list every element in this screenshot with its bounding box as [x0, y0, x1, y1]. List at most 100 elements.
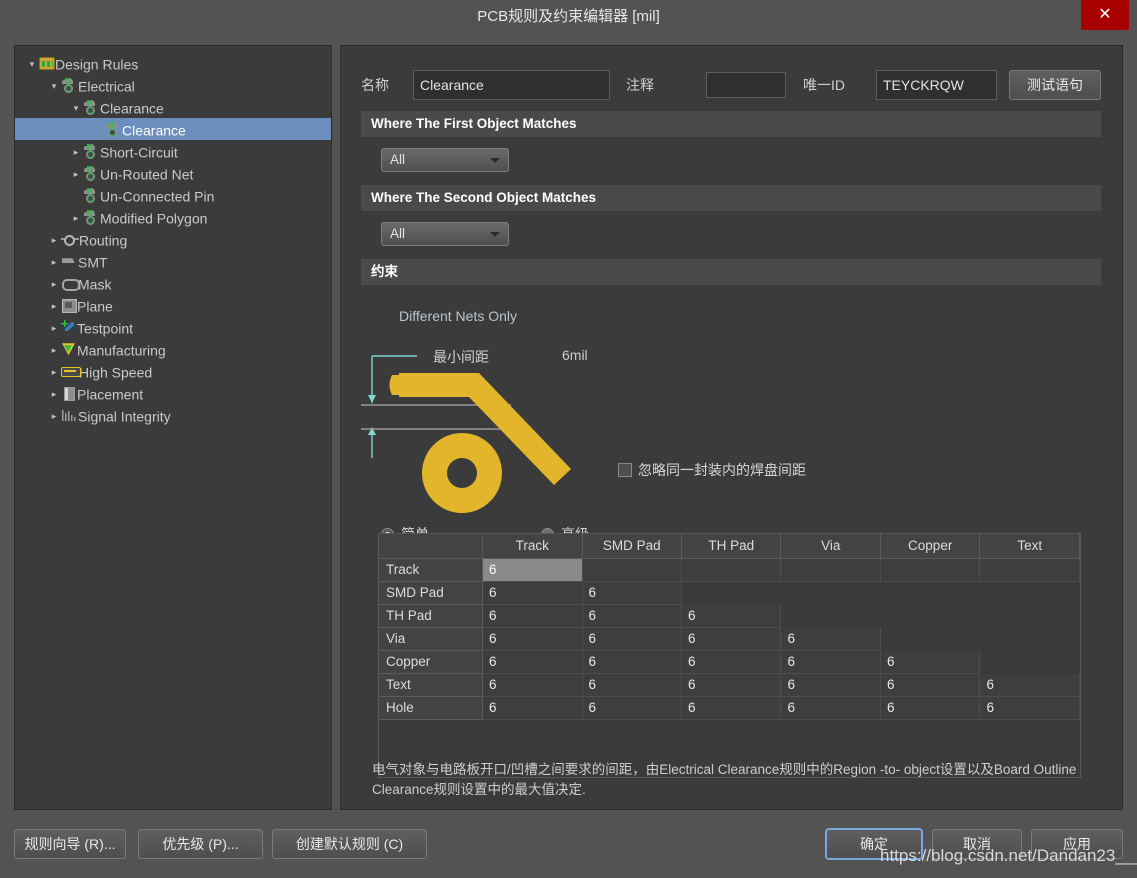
expand-arrow-right-icon[interactable]: ▸ — [47, 317, 61, 339]
matrix-cell[interactable]: 6 — [979, 673, 1080, 697]
matrix-row-header[interactable]: TH Pad — [379, 604, 484, 628]
second-object-scope-dropdown[interactable]: All — [381, 222, 509, 246]
matrix-cell[interactable] — [979, 650, 1080, 674]
matrix-column-header[interactable]: Copper — [880, 534, 981, 559]
matrix-cell[interactable] — [681, 581, 782, 605]
expand-arrow-right-icon[interactable]: ▸ — [69, 141, 83, 163]
matrix-cell[interactable]: 6 — [482, 581, 583, 605]
matrix-cell[interactable]: 6 — [482, 650, 583, 674]
matrix-cell[interactable] — [780, 604, 881, 628]
tree-item-electrical[interactable]: ▾ Electrical — [15, 74, 331, 96]
rule-comment-input[interactable] — [706, 72, 786, 98]
matrix-cell[interactable] — [979, 604, 1080, 628]
matrix-row-header[interactable]: Hole — [379, 696, 484, 720]
expand-arrow-right-icon[interactable]: ▸ — [47, 251, 61, 273]
expand-arrow-down-icon[interactable]: ▾ — [25, 53, 39, 75]
matrix-cell[interactable]: 6 — [880, 673, 981, 697]
matrix-column-header[interactable]: Track — [482, 534, 583, 559]
priorities-button[interactable]: 优先级 (P)... — [138, 829, 263, 859]
matrix-cell[interactable]: 6 — [582, 581, 682, 605]
matrix-cell[interactable] — [880, 558, 981, 582]
matrix-cell[interactable]: 6 — [780, 627, 881, 651]
matrix-cell[interactable]: 6 — [582, 673, 682, 697]
matrix-row-header[interactable]: Via — [379, 627, 484, 651]
tree-item-un-routed-net[interactable]: ▸ Un-Routed Net — [15, 162, 331, 184]
unique-id-input[interactable] — [876, 70, 997, 100]
rules-tree-panel[interactable]: ▾ Design Rules ▾ Electrical ▾ Clearance Cleara… — [14, 45, 332, 810]
matrix-cell[interactable]: 6 — [482, 558, 583, 582]
matrix-cell[interactable] — [780, 558, 881, 582]
tree-item-design-rules[interactable]: ▾ Design Rules — [15, 52, 331, 74]
expand-arrow-right-icon[interactable]: ▸ — [47, 383, 61, 405]
expand-arrow-right-icon[interactable]: ▸ — [69, 207, 83, 229]
expand-arrow-down-icon[interactable]: ▾ — [47, 75, 61, 97]
matrix-cell[interactable]: 6 — [880, 650, 981, 674]
tree-item-short-circuit[interactable]: ▸ Short-Circuit — [15, 140, 331, 162]
expand-arrow-right-icon[interactable]: ▸ — [47, 229, 61, 251]
matrix-cell[interactable]: 6 — [582, 627, 682, 651]
apply-button[interactable]: 应用 — [1031, 829, 1123, 859]
matrix-cell[interactable] — [780, 581, 881, 605]
matrix-cell[interactable]: 6 — [582, 604, 682, 628]
expand-arrow-down-icon[interactable]: ▾ — [69, 97, 83, 119]
close-icon[interactable]: ✕ — [1081, 0, 1129, 30]
tree-item-manufacturing[interactable]: ▸ Manufacturing — [15, 338, 331, 360]
clearance-matrix-table[interactable]: Track SMD Pad TH Pad Via Copper Text Track 6 SMD… — [379, 534, 1080, 720]
matrix-cell[interactable]: 6 — [681, 696, 782, 720]
tree-item-high-speed[interactable]: ▸ High Speed — [15, 360, 331, 382]
matrix-cell[interactable]: 6 — [482, 627, 583, 651]
matrix-cell[interactable] — [582, 558, 682, 582]
expand-arrow-right-icon[interactable]: ▸ — [47, 361, 61, 383]
matrix-cell[interactable]: 6 — [681, 627, 782, 651]
matrix-column-header[interactable]: Text — [979, 534, 1080, 559]
matrix-cell[interactable]: 6 — [979, 696, 1080, 720]
tree-item-modified-polygon[interactable]: ▸ Modified Polygon — [15, 206, 331, 228]
tree-item-clearance[interactable]: Clearance — [15, 118, 331, 140]
tree-item-signal-integrity[interactable]: ▸ Signal Integrity — [15, 404, 331, 426]
matrix-cell[interactable] — [979, 558, 1080, 582]
tree-item-clearance[interactable]: ▾ Clearance — [15, 96, 331, 118]
matrix-cell[interactable]: 6 — [482, 673, 583, 697]
matrix-cell[interactable]: 6 — [780, 696, 881, 720]
tree-item-placement[interactable]: ▸ Placement — [15, 382, 331, 404]
matrix-row-header[interactable]: Text — [379, 673, 484, 697]
rules-tree[interactable]: ▾ Design Rules ▾ Electrical ▾ Clearance Cleara… — [15, 46, 331, 426]
matrix-cell[interactable] — [979, 627, 1080, 651]
matrix-cell[interactable]: 6 — [582, 650, 682, 674]
expand-arrow-right-icon[interactable]: ▸ — [47, 339, 61, 361]
expand-arrow-right-icon[interactable]: ▸ — [47, 405, 61, 427]
matrix-cell[interactable]: 6 — [780, 673, 881, 697]
clearance-matrix[interactable]: Track SMD Pad TH Pad Via Copper Text Track 6 SMD… — [378, 533, 1081, 778]
matrix-cell[interactable]: 6 — [482, 696, 583, 720]
cancel-button[interactable]: 取消 — [932, 829, 1022, 859]
matrix-row-header[interactable]: Copper — [379, 650, 484, 674]
rule-name-input[interactable] — [413, 70, 610, 100]
matrix-row-header[interactable]: Track — [379, 558, 484, 582]
matrix-cell[interactable]: 6 — [880, 696, 981, 720]
matrix-row-header[interactable]: SMD Pad — [379, 581, 484, 605]
matrix-cell[interactable]: 6 — [582, 696, 682, 720]
test-statement-button[interactable]: 测试语句 — [1009, 70, 1101, 100]
matrix-column-header[interactable]: SMD Pad — [582, 534, 682, 559]
tree-item-plane[interactable]: ▸ Plane — [15, 294, 331, 316]
tree-item-smt[interactable]: ▸ SMT — [15, 250, 331, 272]
tree-item-routing[interactable]: ▸ Routing — [15, 228, 331, 250]
matrix-cell[interactable] — [979, 581, 1080, 605]
ok-button[interactable]: 确定 — [826, 829, 922, 859]
expand-arrow-right-icon[interactable]: ▸ — [47, 295, 61, 317]
matrix-cell[interactable]: 6 — [681, 673, 782, 697]
tree-item-testpoint[interactable]: ▸ Testpoint — [15, 316, 331, 338]
matrix-column-header[interactable]: Via — [780, 534, 881, 559]
matrix-cell[interactable] — [880, 581, 981, 605]
expand-arrow-right-icon[interactable]: ▸ — [47, 273, 61, 295]
ignore-pad-clearance-checkbox[interactable]: 忽略同一封装内的焊盘间距 — [618, 460, 806, 480]
tree-item-mask[interactable]: ▸ Mask — [15, 272, 331, 294]
matrix-cell[interactable] — [880, 627, 981, 651]
matrix-cell[interactable]: 6 — [482, 604, 583, 628]
first-object-scope-dropdown[interactable]: All — [381, 148, 509, 172]
matrix-cell[interactable] — [880, 604, 981, 628]
rule-wizard-button[interactable]: 规则向导 (R)... — [14, 829, 126, 859]
matrix-cell[interactable]: 6 — [681, 650, 782, 674]
tree-item-un-connected-pin[interactable]: Un-Connected Pin — [15, 184, 331, 206]
matrix-cell[interactable]: 6 — [780, 650, 881, 674]
